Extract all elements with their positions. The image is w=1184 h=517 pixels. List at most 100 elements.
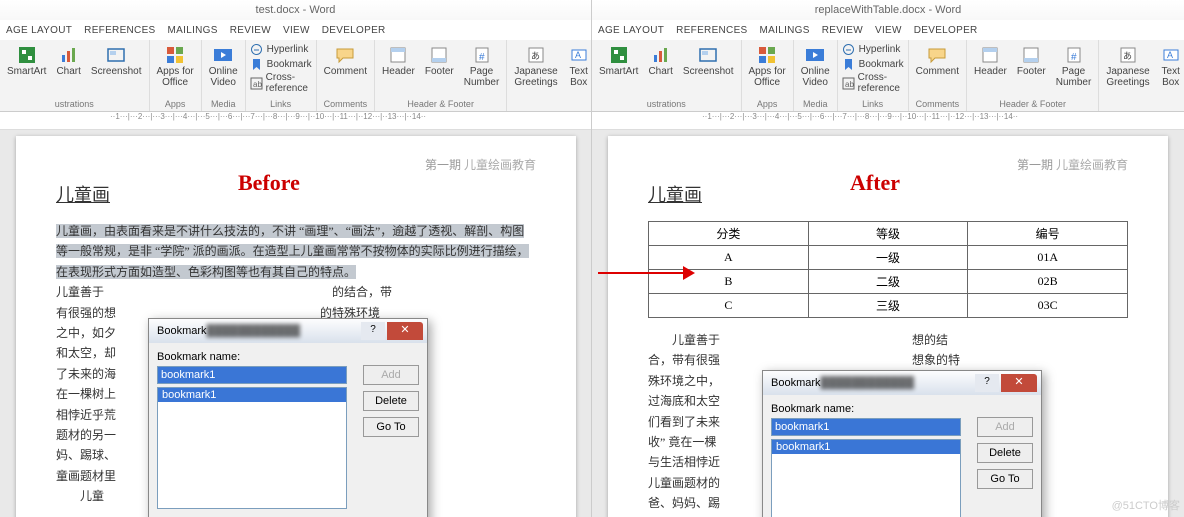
footer-button[interactable]: Footer <box>1014 42 1049 80</box>
before-label: Before <box>238 170 300 196</box>
apps-for-office-button[interactable]: Apps for Office <box>746 42 789 90</box>
svg-text:あ: あ <box>1123 51 1132 61</box>
svg-text:A: A <box>1167 50 1173 60</box>
bookmark-button[interactable]: Bookmark <box>842 57 904 71</box>
comment-icon <box>926 44 948 66</box>
smartart-icon <box>608 44 630 66</box>
delete-button[interactable]: Delete <box>977 443 1033 463</box>
table-row[interactable]: B二级02B <box>649 270 1128 294</box>
smartart-button[interactable]: SmartArt <box>596 42 641 80</box>
bookmark-dialog: Bookmark ████████████ ? ✕ Bookmark name:… <box>148 318 428 517</box>
video-icon <box>212 44 234 66</box>
bookmark-button[interactable]: Bookmark <box>250 57 312 71</box>
tab-references[interactable]: REFERENCES <box>676 25 747 36</box>
hyperlink-button[interactable]: Hyperlink <box>250 42 312 56</box>
help-button[interactable]: ? <box>975 374 999 392</box>
smartart-button[interactable]: SmartArt <box>4 42 49 80</box>
delete-button[interactable]: Delete <box>363 391 419 411</box>
tab-review[interactable]: REVIEW <box>230 25 271 36</box>
help-button[interactable]: ? <box>361 322 385 340</box>
table-header: 等级 <box>808 222 968 246</box>
add-button[interactable]: Add <box>977 417 1033 437</box>
bookmark-name-input[interactable] <box>157 366 347 384</box>
bookmark-name-input[interactable] <box>771 418 961 436</box>
hyperlink-button[interactable]: Hyperlink <box>842 42 904 56</box>
inserted-table[interactable]: 分类等级编号 A一级01A B二级02B C三级03C <box>648 221 1128 318</box>
chart-button[interactable]: Chart <box>53 42 83 80</box>
ribbon: SmartArt Chart Screenshot ustrations App… <box>0 40 591 112</box>
bookmark-list-item[interactable]: bookmark1 <box>158 388 346 402</box>
tab-layout[interactable]: AGE LAYOUT <box>6 25 72 36</box>
cross-reference-button[interactable]: abCross-reference <box>842 72 904 94</box>
smartart-icon <box>16 44 38 66</box>
goto-button[interactable]: Go To <box>977 469 1033 489</box>
screenshot-button[interactable]: Screenshot <box>88 42 145 80</box>
bookmark-list[interactable]: bookmark1 <box>771 439 961 517</box>
page-number-button[interactable]: #Page Number <box>461 42 503 90</box>
left-word-window: test.docx - Word AGE LAYOUT REFERENCES M… <box>0 0 592 517</box>
watermark: @51CTO博客 <box>1112 497 1180 513</box>
bookmark-name-label: Bookmark name: <box>771 403 1033 415</box>
greetings-icon: あ <box>525 44 547 66</box>
tab-references[interactable]: REFERENCES <box>84 25 155 36</box>
tab-review[interactable]: REVIEW <box>822 25 863 36</box>
ruler: ··1···|···2···|···3···|···4···|···5···|·… <box>0 112 591 130</box>
bookmark-list-item[interactable]: bookmark1 <box>772 440 960 454</box>
screenshot-button[interactable]: Screenshot <box>680 42 737 80</box>
bookmark-icon <box>250 57 264 71</box>
cross-ref-icon: ab <box>842 76 855 90</box>
dialog-title: Bookmark <box>157 325 207 337</box>
tab-view[interactable]: VIEW <box>283 25 310 36</box>
tab-layout[interactable]: AGE LAYOUT <box>598 25 664 36</box>
header-button[interactable]: Header <box>971 42 1010 80</box>
apps-for-office-button[interactable]: Apps for Office <box>154 42 197 90</box>
svg-text:#: # <box>1071 52 1077 63</box>
bookmark-list[interactable]: bookmark1 <box>157 387 347 509</box>
comment-icon <box>334 44 356 66</box>
arrow-icon <box>598 272 690 274</box>
tab-mailings[interactable]: MAILINGS <box>168 25 218 36</box>
ribbon-tabs: AGE LAYOUT REFERENCES MAILINGS REVIEW VI… <box>0 20 591 40</box>
ribbon-tabs: AGE LAYOUT REFERENCES MAILINGS REVIEW VI… <box>592 20 1184 40</box>
table-row[interactable]: C三级03C <box>649 294 1128 318</box>
svg-text:ab: ab <box>253 80 262 89</box>
dialog-titlebar[interactable]: Bookmark ████████████ ? ✕ <box>149 319 427 343</box>
page-number-icon: # <box>471 44 493 66</box>
svg-text:あ: あ <box>531 51 540 61</box>
tab-developer[interactable]: DEVELOPER <box>914 25 978 36</box>
goto-button[interactable]: Go To <box>363 417 419 437</box>
chart-button[interactable]: Chart <box>645 42 675 80</box>
textbox-icon: A <box>1160 44 1182 66</box>
screenshot-icon <box>105 44 127 66</box>
page-number-button[interactable]: #Page Number <box>1053 42 1095 90</box>
dialog-title: Bookmark <box>771 377 821 389</box>
svg-text:A: A <box>575 50 581 60</box>
footer-button[interactable]: Footer <box>422 42 457 80</box>
greetings-button[interactable]: あJapanese Greetings <box>511 42 560 90</box>
close-button[interactable]: ✕ <box>1001 374 1037 392</box>
window-title: replaceWithTable.docx - Word <box>592 0 1184 20</box>
header-button[interactable]: Header <box>379 42 418 80</box>
online-video-button[interactable]: Online Video <box>206 42 241 90</box>
greetings-icon: あ <box>1117 44 1139 66</box>
ruler: ··1···|···2···|···3···|···4···|···5···|·… <box>592 112 1184 130</box>
greetings-button[interactable]: あJapanese Greetings <box>1103 42 1152 90</box>
close-button[interactable]: ✕ <box>387 322 423 340</box>
online-video-button[interactable]: Online Video <box>798 42 833 90</box>
textbox-icon: A <box>568 44 590 66</box>
dialog-titlebar[interactable]: Bookmark ████████████ ? ✕ <box>763 371 1041 395</box>
table-row[interactable]: A一级01A <box>649 246 1128 270</box>
apps-icon <box>164 44 186 66</box>
tab-developer[interactable]: DEVELOPER <box>322 25 386 36</box>
tab-view[interactable]: VIEW <box>875 25 902 36</box>
cross-reference-button[interactable]: abCross-reference <box>250 72 312 94</box>
selected-text[interactable]: 儿童画，由表面看来是不讲什么技法的，不讲 “画理”、“画法”，逾越了透视、解剖、… <box>56 221 536 282</box>
hyperlink-icon <box>250 42 264 56</box>
tab-mailings[interactable]: MAILINGS <box>760 25 810 36</box>
comment-button[interactable]: Comment <box>913 42 962 80</box>
footer-icon <box>428 44 450 66</box>
add-button[interactable]: Add <box>363 365 419 385</box>
textbox-button[interactable]: AText Box <box>1157 42 1184 90</box>
comment-button[interactable]: Comment <box>321 42 370 80</box>
textbox-button[interactable]: AText Box <box>565 42 592 90</box>
